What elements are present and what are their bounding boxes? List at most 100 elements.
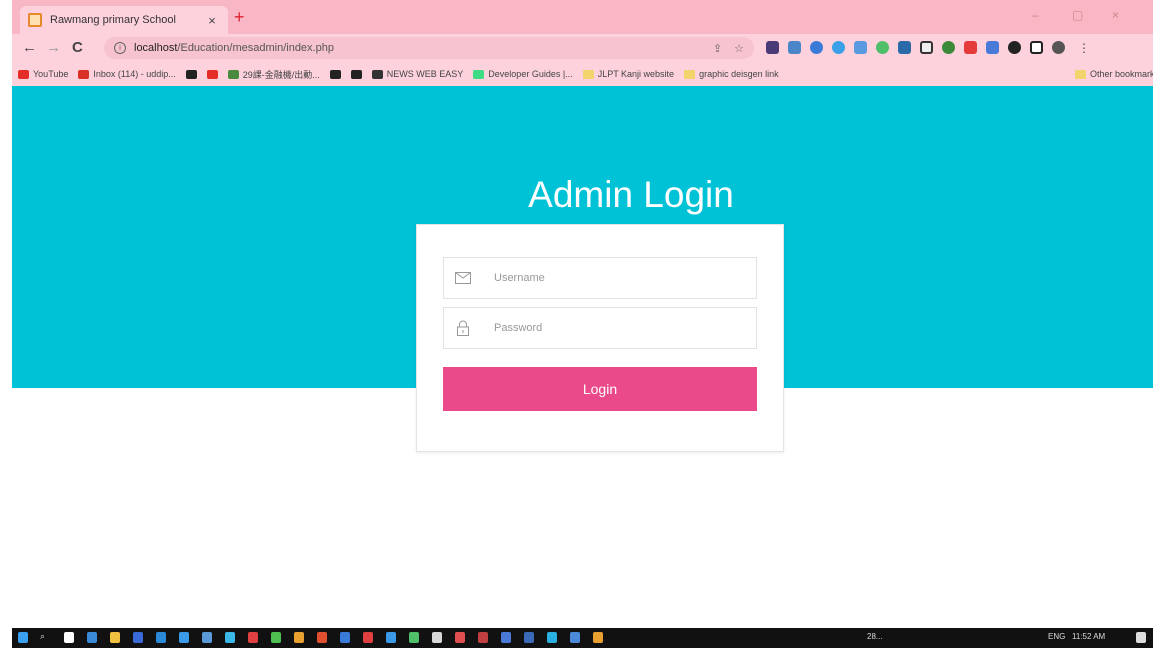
profile-avatar-icon[interactable] [1052,41,1065,54]
bookmark-favicon-icon [227,69,239,79]
url-path: /Education/mesadmin/index.php [177,42,334,54]
envelope-icon [454,270,472,286]
username-input[interactable] [494,272,734,284]
extension-icon[interactable] [876,41,889,54]
taskbar-app-icon[interactable] [501,632,511,643]
bookmark-item[interactable] [206,69,218,79]
tab-title: Rawmang primary School [50,14,176,26]
taskbar-app-icon[interactable] [570,632,580,643]
bookmark-favicon-icon [185,69,197,79]
bookmark-item[interactable]: Other bookmarks [1074,69,1153,79]
bookmark-favicon-icon [18,69,29,79]
taskbar-app-icon[interactable] [248,632,258,643]
page-title: Admin Login [528,174,734,215]
back-arrow-icon[interactable]: ← [22,39,37,57]
taskbar-app-icon[interactable] [478,632,488,643]
start-windows-icon[interactable] [18,632,28,643]
taskbar-app-icon[interactable] [455,632,465,643]
bookmark-label: Other bookmarks [1089,69,1153,79]
extensions-puzzle-icon[interactable] [1008,41,1021,54]
bookmark-item[interactable] [329,69,341,79]
bookmark-favicon-icon [350,69,362,79]
browser-tab[interactable]: Rawmang primary School × [20,6,228,34]
lock-icon [454,320,472,336]
bookmark-item[interactable]: graphic deisgen link [684,69,779,79]
minimize-button[interactable]: – [1032,8,1039,22]
taskbar-app-icon[interactable] [593,632,603,643]
address-bar[interactable]: i localhost /Education/mesadmin/index.ph… [104,37,754,59]
bookmark-favicon-icon [78,69,90,79]
extension-icon[interactable] [832,41,845,54]
browser-tab-bar: Rawmang primary School × + – ▢ × [12,0,1153,34]
taskbar-app-icon[interactable] [110,632,120,643]
windows-taskbar: ⌕ 28... ENG 11:52 AM [12,628,1153,648]
extension-icon[interactable] [810,41,823,54]
extension-icon[interactable] [986,41,999,54]
bookmark-item[interactable]: NEWS WEB EASY [371,69,463,79]
bookmark-item[interactable]: Inbox (114) - uddip... [78,69,176,79]
language-indicator[interactable]: ENG [1048,632,1065,641]
taskbar-app-icon[interactable] [202,632,212,643]
taskbar-app-icon[interactable] [294,632,304,643]
site-info-icon[interactable]: i [114,42,126,54]
taskbar-app-icon[interactable] [363,632,373,643]
bookmark-item[interactable]: 29課-金融機/出動... [227,68,320,81]
taskbar-app-icon[interactable] [87,632,97,643]
notifications-icon[interactable] [1136,632,1146,643]
taskbar-app-icon[interactable] [133,632,143,643]
extension-icon[interactable] [942,41,955,54]
share-icon[interactable]: ⇪ [713,42,722,55]
folder-icon [684,69,696,79]
bookmark-favicon-icon [473,69,485,79]
extension-icon[interactable] [788,41,801,54]
taskbar-app-icon[interactable] [524,632,534,643]
bookmark-label: Inbox (114) - uddip... [93,69,176,79]
bookmark-star-icon[interactable]: ☆ [734,42,744,55]
extension-icon[interactable] [964,41,977,54]
taskbar-app-icon[interactable] [547,632,557,643]
bookmark-item[interactable]: JLPT Kanji website [582,69,675,79]
bookmark-item[interactable]: YouTube [18,69,68,79]
bookmark-item[interactable]: Developer Guides |... [473,69,573,79]
bookmark-item[interactable] [350,69,362,79]
password-input[interactable] [494,322,734,334]
screen: Rawmang primary School × + – ▢ × ← → C i… [0,0,1153,648]
menu-dots-icon[interactable]: ⋮ [1078,39,1090,57]
forward-arrow-icon[interactable]: → [46,39,61,57]
taskbar-app-icon[interactable] [317,632,327,643]
extension-icon[interactable] [898,41,911,54]
taskbar-app-icon[interactable] [64,632,74,643]
bookmark-favicon-icon [206,69,218,79]
taskbar-app-icon[interactable] [271,632,281,643]
taskbar-app-icon[interactable] [179,632,189,643]
browser-toolbar: ← → C i localhost /Education/mesadmin/in… [12,34,1153,62]
bookmark-favicon-icon [371,69,383,79]
tab-close-icon[interactable]: × [204,13,220,28]
taskbar-app-icon[interactable] [156,632,166,643]
taskbar-app-icon[interactable] [340,632,350,643]
taskbar-app-icon[interactable] [386,632,396,643]
password-field[interactable] [443,307,757,349]
site-favicon-icon [28,13,42,27]
folder-icon [1074,69,1086,79]
search-icon[interactable]: ⌕ [40,631,50,642]
taskbar-app-icon[interactable] [432,632,442,643]
extension-icon[interactable] [766,41,779,54]
username-field[interactable] [443,257,757,299]
window-close-button[interactable]: × [1112,8,1119,22]
maximize-button[interactable]: ▢ [1072,8,1083,22]
bookmark-label: graphic deisgen link [699,69,779,79]
extension-icon[interactable] [920,41,933,54]
sidebar-icon[interactable] [1030,41,1043,54]
bookmark-label: JLPT Kanji website [597,69,675,79]
reload-icon[interactable]: C [72,39,83,57]
extension-icon[interactable] [854,41,867,54]
login-button[interactable]: Login [443,367,757,411]
weather-text[interactable]: 28... [867,632,883,641]
bookmark-favicon-icon [329,69,341,79]
clock-text[interactable]: 11:52 AM [1072,632,1105,641]
taskbar-app-icon[interactable] [409,632,419,643]
bookmark-item[interactable] [185,69,197,79]
new-tab-button[interactable]: + [234,8,245,26]
taskbar-app-icon[interactable] [225,632,235,643]
